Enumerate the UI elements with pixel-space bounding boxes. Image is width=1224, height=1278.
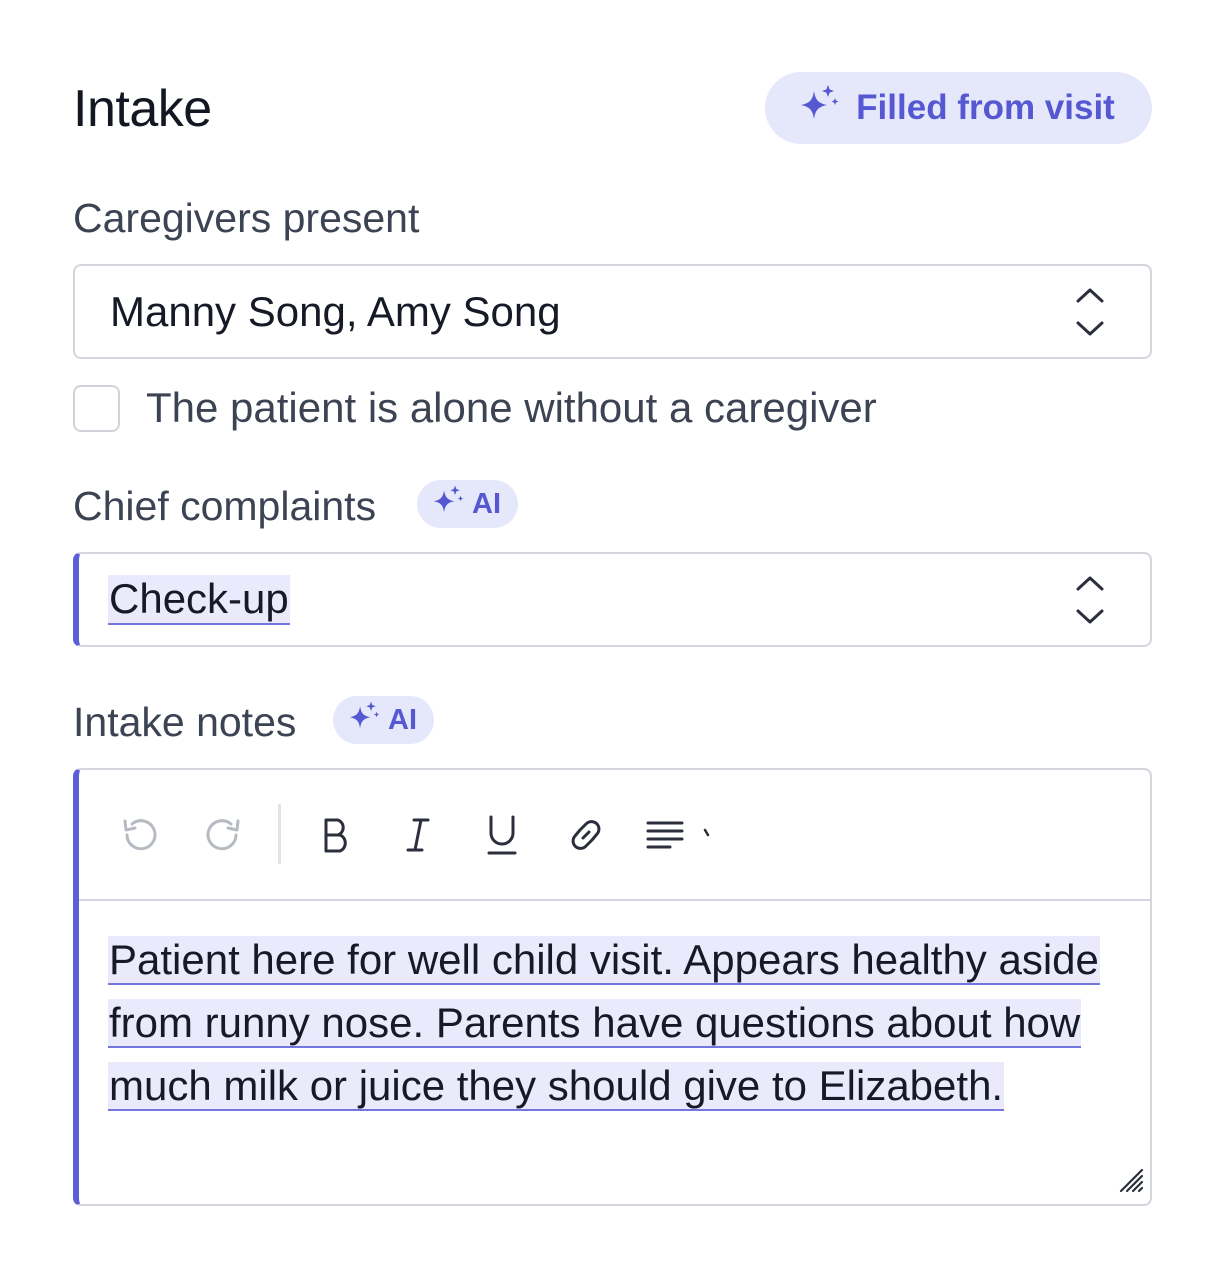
italic-icon[interactable] <box>393 810 443 860</box>
redo-icon[interactable] <box>199 810 249 860</box>
chevron-up-down-icon <box>1074 574 1106 633</box>
intake-notes-label: Intake notes <box>73 699 297 745</box>
filled-from-visit-label: Filled from visit <box>856 88 1115 127</box>
toolbar-divider <box>278 804 281 864</box>
caregivers-value: Manny Song, Amy Song <box>110 287 561 335</box>
ai-badge-label: AI <box>472 487 501 520</box>
alone-checkbox-label[interactable]: The patient is alone without a caregiver <box>146 382 877 434</box>
chief-complaints-ai-badge: AI <box>417 480 518 528</box>
alone-checkbox[interactable] <box>73 385 120 432</box>
underline-icon[interactable] <box>477 810 527 860</box>
caregivers-select[interactable]: Manny Song, Amy Song <box>73 264 1152 359</box>
chief-complaints-label: Chief complaints <box>73 483 377 529</box>
ai-badge-label: AI <box>388 703 417 736</box>
filled-from-visit-badge[interactable]: Filled from visit <box>765 72 1152 144</box>
bold-icon[interactable] <box>311 810 361 860</box>
sparkle-icon <box>430 484 466 525</box>
more-chevron-icon[interactable] <box>697 810 717 860</box>
caregivers-label: Caregivers present <box>73 195 420 241</box>
editor-toolbar <box>79 770 1150 901</box>
sparkle-icon <box>346 700 382 741</box>
ai-filled-highlight: Patient here for well child visit. Appea… <box>108 936 1100 1111</box>
chevron-up-down-icon <box>1074 286 1106 345</box>
page-title: Intake <box>73 80 212 138</box>
link-icon[interactable] <box>561 810 611 860</box>
intake-notes-content[interactable]: Patient here for well child visit. Appea… <box>108 928 1108 1117</box>
undo-icon[interactable] <box>114 810 164 860</box>
chief-complaints-value: Check-up <box>108 554 290 645</box>
intake-notes-editor[interactable]: Patient here for well child visit. Appea… <box>73 768 1152 1206</box>
sparkle-icon <box>796 83 842 134</box>
ai-filled-highlight: Check-up <box>108 574 290 625</box>
resize-handle-icon[interactable] <box>1116 1165 1146 1200</box>
intake-notes-ai-badge: AI <box>333 696 434 744</box>
align-left-icon[interactable] <box>641 810 691 860</box>
chief-complaints-select[interactable]: Check-up <box>73 552 1152 647</box>
